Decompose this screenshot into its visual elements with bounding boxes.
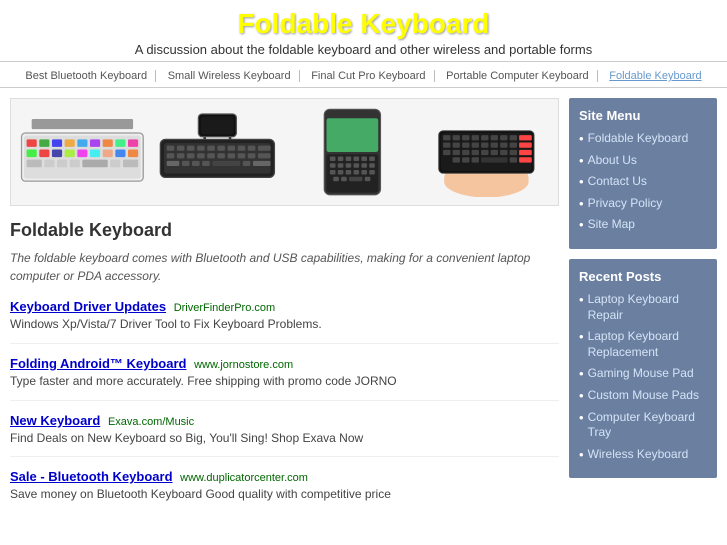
- ad-title[interactable]: Keyboard Driver Updates: [10, 299, 166, 314]
- recent-posts-title: Recent Posts: [579, 269, 707, 284]
- menu-item: Site Map: [579, 217, 707, 233]
- keyboard-image-4: [423, 107, 550, 197]
- keyboard-image-2: [154, 107, 281, 197]
- menu-link[interactable]: Foldable Keyboard: [588, 131, 689, 147]
- ad-title[interactable]: Folding Android™ Keyboard: [10, 356, 186, 371]
- recent-link[interactable]: Gaming Mouse Pad: [588, 366, 694, 382]
- recent-item: Laptop Keyboard Repair: [579, 292, 707, 323]
- recent-posts-list: Laptop Keyboard Repair Laptop Keyboard Re…: [579, 292, 707, 462]
- menu-item: Contact Us: [579, 174, 707, 190]
- recent-item: Computer Keyboard Tray: [579, 410, 707, 441]
- nav-link-4[interactable]: Portable Computer Keyboard: [438, 70, 597, 82]
- image-strip: [10, 98, 559, 206]
- ad-item: New Keyboard Exava.com/Music Find Deals …: [10, 413, 559, 458]
- main-layout: Foldable Keyboard The foldable keyboard …: [0, 88, 727, 535]
- recent-item: Custom Mouse Pads: [579, 388, 707, 404]
- recent-item: Gaming Mouse Pad: [579, 366, 707, 382]
- recent-posts-box: Recent Posts Laptop Keyboard RepairLapto…: [569, 259, 717, 478]
- navbar: Best Bluetooth Keyboard Small Wireless K…: [0, 61, 727, 88]
- site-menu-list: Foldable Keyboard About Us Contact Us Priva…: [579, 131, 707, 233]
- recent-link[interactable]: Custom Mouse Pads: [588, 388, 699, 404]
- recent-link[interactable]: Laptop Keyboard Replacement: [588, 329, 707, 360]
- ad-item: Keyboard Driver Updates DriverFinderPro.…: [10, 299, 559, 344]
- article-title: Foldable Keyboard: [10, 220, 559, 241]
- ad-title[interactable]: New Keyboard: [10, 413, 100, 428]
- page-title: Foldable Keyboard: [0, 8, 727, 40]
- menu-link[interactable]: About Us: [588, 153, 637, 169]
- ad-item: Sale - Bluetooth Keyboard www.duplicator…: [10, 469, 559, 513]
- ads-list: Keyboard Driver Updates DriverFinderPro.…: [10, 299, 559, 513]
- sidebar: Site Menu Foldable Keyboard About Us Conta…: [569, 98, 717, 525]
- recent-link[interactable]: Laptop Keyboard Repair: [588, 292, 707, 323]
- ad-item: Folding Android™ Keyboard www.jornostore…: [10, 356, 559, 401]
- menu-item: About Us: [579, 153, 707, 169]
- menu-link[interactable]: Privacy Policy: [588, 196, 663, 212]
- article-description: The foldable keyboard comes with Bluetoo…: [10, 249, 559, 285]
- nav-link-2[interactable]: Small Wireless Keyboard: [160, 70, 300, 82]
- menu-item: Foldable Keyboard: [579, 131, 707, 147]
- ad-source: www.jornostore.com: [194, 359, 293, 371]
- site-menu-box: Site Menu Foldable Keyboard About Us Conta…: [569, 98, 717, 249]
- recent-link[interactable]: Computer Keyboard Tray: [588, 410, 707, 441]
- ad-source: DriverFinderPro.com: [174, 302, 275, 314]
- menu-item: Privacy Policy: [579, 196, 707, 212]
- keyboard-image-3: [289, 107, 416, 197]
- recent-item: Laptop Keyboard Replacement: [579, 329, 707, 360]
- page-header: Foldable Keyboard A discussion about the…: [0, 0, 727, 61]
- recent-item: Wireless Keyboard: [579, 447, 707, 463]
- menu-link[interactable]: Contact Us: [588, 174, 647, 190]
- site-menu-title: Site Menu: [579, 108, 707, 123]
- nav-link-1[interactable]: Best Bluetooth Keyboard: [17, 70, 156, 82]
- ad-description: Windows Xp/Vista/7 Driver Tool to Fix Ke…: [10, 316, 559, 333]
- content-area: Foldable Keyboard The foldable keyboard …: [10, 98, 559, 525]
- page-tagline: A discussion about the foldable keyboard…: [0, 42, 727, 57]
- menu-link[interactable]: Site Map: [588, 217, 635, 233]
- keyboard-image-1: [19, 107, 146, 197]
- recent-link[interactable]: Wireless Keyboard: [588, 447, 689, 463]
- ad-source: www.duplicatorcenter.com: [180, 472, 308, 484]
- ad-source: Exava.com/Music: [108, 416, 194, 428]
- nav-link-5[interactable]: Foldable Keyboard: [601, 70, 709, 82]
- ad-title[interactable]: Sale - Bluetooth Keyboard: [10, 469, 173, 484]
- ad-description: Find Deals on New Keyboard so Big, You'l…: [10, 430, 559, 447]
- ad-description: Save money on Bluetooth Keyboard Good qu…: [10, 486, 559, 503]
- nav-link-3[interactable]: Final Cut Pro Keyboard: [303, 70, 434, 82]
- ad-description: Type faster and more accurately. Free sh…: [10, 373, 559, 390]
